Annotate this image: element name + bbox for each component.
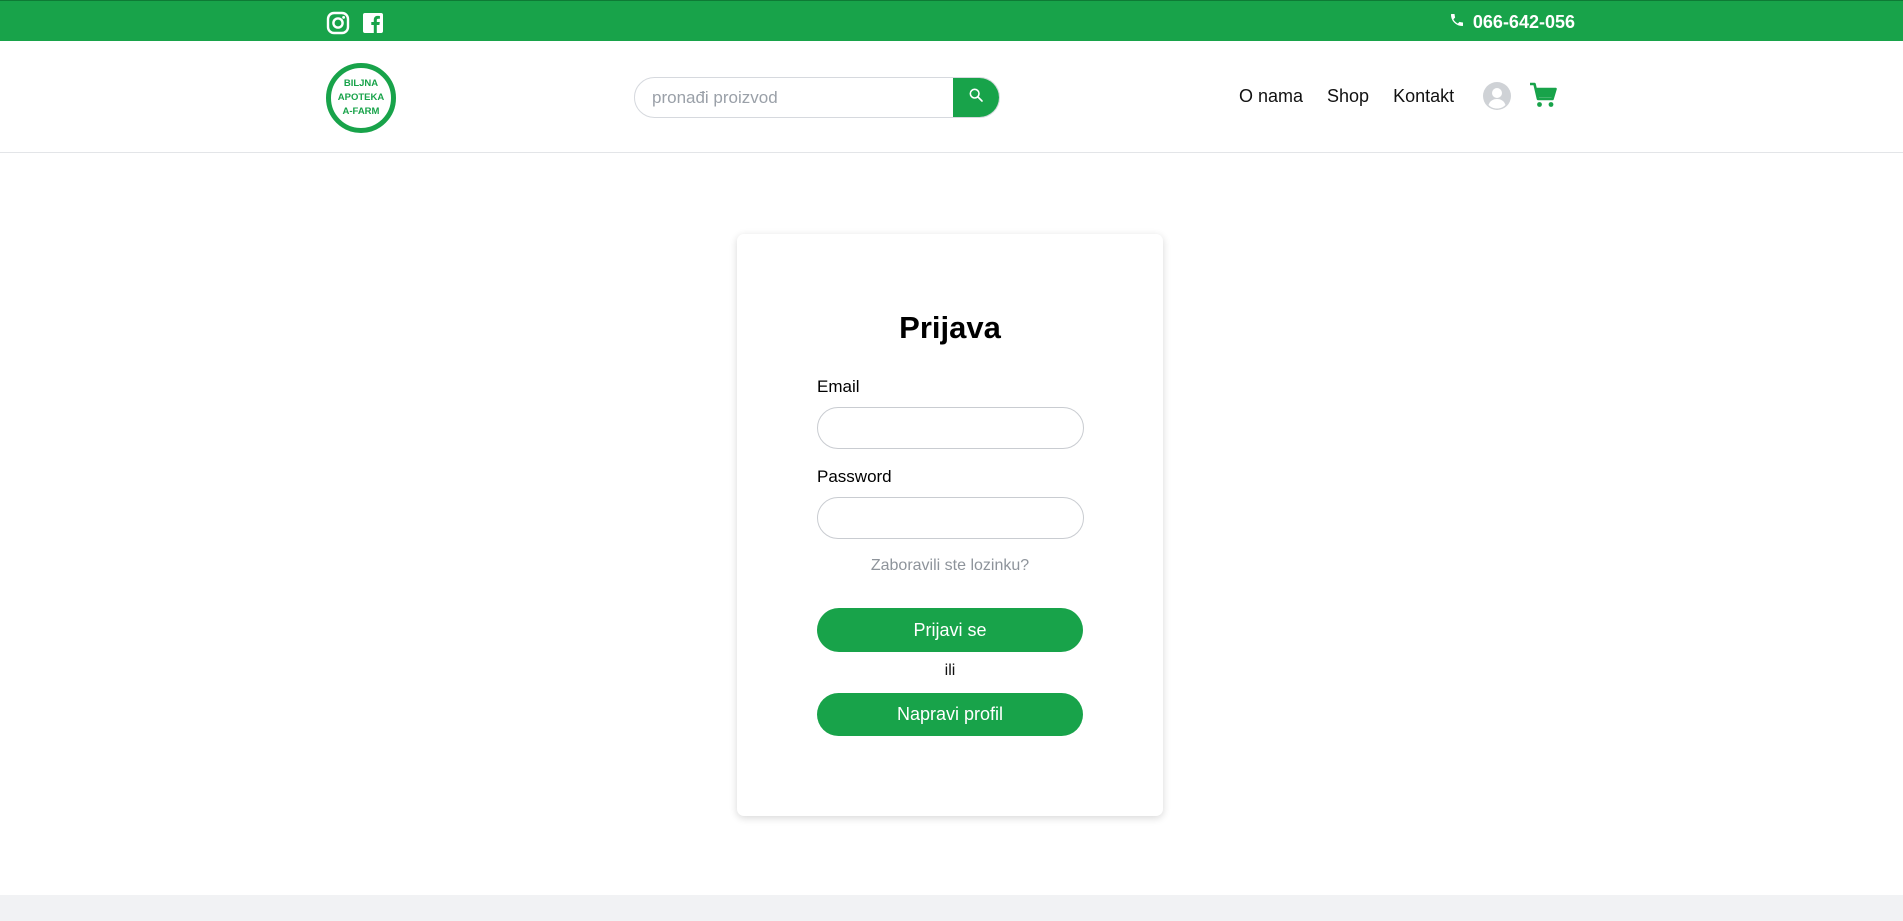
instagram-icon[interactable] — [326, 11, 350, 35]
nav-item-o-nama[interactable]: O nama — [1239, 86, 1303, 107]
footer — [0, 895, 1903, 921]
nav-item-kontakt[interactable]: Kontakt — [1393, 86, 1454, 107]
phone-contact[interactable]: 066-642-056 — [1449, 10, 1575, 34]
user-icon[interactable] — [1482, 81, 1512, 111]
logo-line-2: APOTEKA — [337, 92, 385, 103]
logo-line-3: A-FARM — [342, 106, 380, 117]
forgot-password-link[interactable]: Zaboravili ste lozinku? — [737, 557, 1163, 575]
email-label: Email — [817, 377, 860, 396]
facebook-icon[interactable] — [361, 11, 385, 35]
login-button[interactable]: Prijavi se — [817, 608, 1083, 652]
cart-icon[interactable] — [1528, 80, 1558, 110]
search-icon — [968, 87, 984, 108]
or-divider: ili — [944, 662, 956, 679]
phone-icon — [1449, 12, 1465, 33]
email-field[interactable] — [817, 407, 1084, 449]
phone-number: 066-642-056 — [1472, 11, 1575, 32]
register-button[interactable]: Napravi profil — [817, 693, 1083, 736]
logo[interactable]: BILJNA APOTEKA A-FARM — [326, 63, 396, 133]
search-button[interactable] — [953, 78, 999, 117]
nav-item-shop[interactable]: Shop — [1327, 86, 1369, 107]
search-bar — [634, 77, 1000, 118]
search-input[interactable] — [635, 78, 955, 117]
social-links — [326, 11, 385, 35]
logo-line-1: BILJNA — [343, 78, 379, 89]
site-header: BILJNA APOTEKA A-FARM O nama Shop Kontak… — [0, 41, 1903, 153]
login-card: Prijava Email Password Zaboravili ste lo… — [737, 234, 1163, 816]
page-title: Prijava — [899, 310, 1001, 345]
password-field[interactable] — [817, 497, 1084, 539]
main-nav: O nama Shop Kontakt — [1239, 86, 1454, 107]
top-bar: 066-642-056 — [0, 0, 1903, 41]
password-label: Password — [817, 467, 892, 486]
